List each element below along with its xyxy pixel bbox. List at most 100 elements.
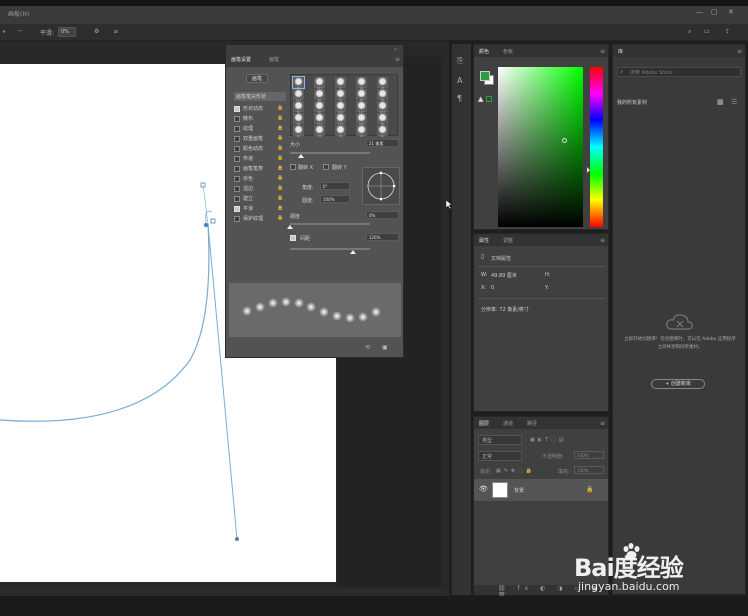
lock-icon[interactable]: 🔒 [277, 215, 283, 221]
new-preset-icon[interactable]: ⟲ [365, 344, 370, 351]
size-field[interactable]: 21 像素 [366, 139, 399, 147]
library-selector[interactable]: 我的所有素材 [617, 99, 647, 106]
brush-preset-button[interactable]: 画笔 [246, 74, 268, 83]
option-checkbox[interactable] [234, 196, 240, 202]
brush-tip[interactable]: 25 [314, 125, 325, 138]
collapse-icon[interactable]: « [394, 47, 397, 53]
layer-name[interactable]: 背景 [514, 487, 524, 494]
brush-tip[interactable]: 127 [356, 101, 367, 114]
option-checkbox[interactable] [234, 126, 240, 132]
workspace-icon[interactable]: ▭ [704, 28, 710, 35]
brush-option-item[interactable]: 散布 🔒 [234, 115, 284, 124]
brush-tip[interactable]: 60 [314, 89, 325, 102]
option-checkbox[interactable] [234, 166, 240, 172]
lock-icon[interactable]: 🔒 [277, 125, 283, 131]
close-icon[interactable]: ✕ [728, 8, 734, 16]
lock-icon[interactable]: 🔒 [277, 145, 283, 151]
brush-option-item[interactable]: 颜色动态 🔒 [234, 145, 284, 154]
panel-menu-icon[interactable]: ≡ [600, 48, 605, 55]
brush-option-item[interactable]: 传递 🔒 [234, 155, 284, 164]
angle-field[interactable]: 0° [320, 182, 350, 190]
tab-adjustments[interactable]: 调整 [503, 237, 513, 244]
gamut-warning-icon[interactable]: ▲ [478, 95, 483, 103]
brush-settings-panel[interactable]: 画笔设置 画笔 « ≡ 画笔 画笔笔尖形状 形状动态 🔒 散布 🔒 纹理 🔒 双重画笔 🔒 颜色… [225, 44, 404, 358]
page-icon[interactable]: ▣ [382, 344, 388, 351]
option-checkbox[interactable] [234, 156, 240, 162]
brush-tip-grid[interactable]: 30 123 8 10 25 112 60 50 25 30 50 60 100 127 284 80 174 1… [290, 74, 398, 138]
brush-option-item[interactable]: 画笔笔势 🔒 [234, 165, 284, 174]
size-slider[interactable] [290, 152, 370, 158]
lock-icon[interactable]: 🔒 [586, 486, 593, 493]
brush-tip[interactable]: 80 [293, 113, 304, 126]
brush-tip[interactable]: 123 [314, 77, 325, 90]
panel-menu-icon[interactable]: ≡ [395, 56, 400, 63]
brush-panel-header[interactable]: 画笔设置 画笔 « ≡ [226, 45, 403, 67]
tab-paths[interactable]: 路径 [527, 420, 537, 427]
spacing-slider[interactable] [290, 248, 370, 254]
list-view-icon[interactable]: ☰ [731, 98, 737, 106]
lock-icon[interactable]: 🔒 [277, 185, 283, 191]
x-value[interactable]: 0 [491, 285, 494, 291]
option-checkbox[interactable] [234, 106, 240, 112]
hardness-field[interactable]: 0% [366, 211, 399, 219]
brush-tip[interactable]: 174 [314, 113, 325, 126]
option-checkbox[interactable] [234, 116, 240, 122]
share-icon[interactable]: ⇪ [725, 28, 730, 35]
lock-icon[interactable]: 🔒 [277, 195, 283, 201]
minimize-icon[interactable]: — [696, 8, 703, 16]
search-icon[interactable]: ⌕ [688, 28, 691, 36]
blend-mode-select[interactable]: 正常 [478, 451, 522, 461]
brush-tip[interactable]: 50 [377, 125, 388, 138]
hardness-slider[interactable] [287, 223, 370, 229]
brush-tip[interactable]: 30 [292, 76, 305, 90]
brush-tip[interactable]: 284 [377, 101, 388, 114]
roundness-field[interactable]: 100% [320, 195, 350, 203]
brush-tip[interactable]: 8 [335, 77, 346, 90]
libraries-panel[interactable]: 库 ≡ ⌕ 搜索 Adobe Stock 我的所有素材 ▦ ☰ 立即开始创建库！… [612, 44, 746, 595]
grid-view-icon[interactable]: ▦ [717, 98, 724, 106]
brush-option-item[interactable]: 双重画笔 🔒 [234, 135, 284, 144]
lock-icon[interactable]: 🔒 [277, 175, 283, 181]
lock-icon[interactable]: 🔒 [277, 205, 283, 211]
layers-panel-header[interactable]: 图层 通道 路径 ≡ [474, 417, 608, 429]
brush-tip[interactable]: 100 [335, 101, 346, 114]
brush-option-item[interactable]: 杂色 🔒 [234, 175, 284, 184]
opacity-field[interactable]: 100% [574, 451, 604, 459]
brush-tip[interactable]: 60 [314, 101, 325, 114]
tab-color[interactable]: 颜色 [479, 48, 489, 55]
lock-icon[interactable]: 🔒 [277, 105, 283, 111]
web-safe-icon[interactable] [486, 96, 492, 102]
brush-option-item[interactable]: 平滑 🔒 [234, 205, 284, 214]
layer-filter-icons[interactable]: ▣◐T⬚▤ [530, 437, 567, 443]
tab-brushes[interactable]: 画笔 [269, 56, 279, 63]
panel-menu-icon[interactable]: ≡ [600, 237, 605, 244]
brush-tip[interactable]: 16 [293, 125, 304, 138]
layer-kind-filter[interactable]: 类型 [478, 435, 522, 445]
libraries-panel-header[interactable]: 库 ≡ [613, 45, 745, 57]
spacing-field[interactable]: 126% [366, 233, 399, 241]
brush-option-item[interactable]: 形状动态 🔒 [234, 105, 284, 114]
option-checkbox[interactable] [234, 186, 240, 192]
brush-tip[interactable]: 30 [377, 89, 388, 102]
lock-icon[interactable]: 🔒 [277, 115, 283, 121]
brush-tip[interactable]: 25 [356, 125, 367, 138]
hue-slider[interactable] [587, 67, 603, 227]
lock-icon[interactable]: 🔒 [277, 155, 283, 161]
lock-icon[interactable]: 🔒 [277, 135, 283, 141]
fill-field[interactable]: 100% [574, 466, 604, 474]
brush-tip[interactable]: 25 [377, 77, 388, 90]
tab-brush-settings[interactable]: 画笔设置 [231, 56, 251, 63]
flip-x-checkbox[interactable] [290, 164, 296, 170]
stock-search-input[interactable]: ⌕ 搜索 Adobe Stock [617, 67, 741, 77]
tab-properties[interactable]: 属性 [479, 237, 489, 244]
color-panel-header[interactable]: 颜色 色板 ≡ [474, 45, 608, 57]
brush-tip[interactable]: 306 [356, 113, 367, 126]
brush-option-item[interactable]: 建立 🔒 [234, 195, 284, 204]
tab-swatches[interactable]: 色板 [503, 48, 513, 55]
option-checkbox[interactable] [234, 136, 240, 142]
option-checkbox[interactable] [234, 216, 240, 222]
brush-tip[interactable]: 175 [335, 113, 346, 126]
history-icon[interactable]: ⎘ [457, 56, 463, 66]
brush-tip[interactable]: 25 [356, 89, 367, 102]
saturation-value-field[interactable] [498, 67, 583, 227]
